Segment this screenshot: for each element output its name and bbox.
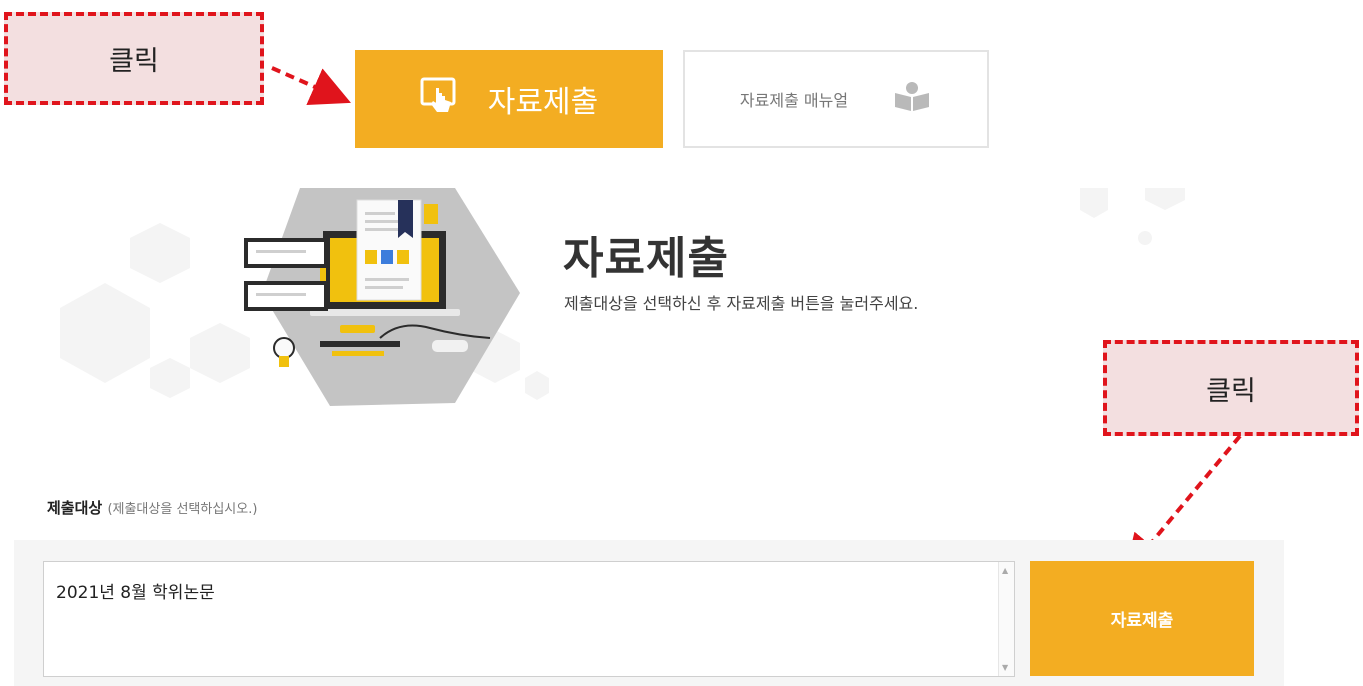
reading-person-icon <box>892 81 932 117</box>
submit-button-label: 자료제출 <box>1110 611 1174 631</box>
submission-target-title: 제출대상 <box>47 499 103 517</box>
tab-manual[interactable]: 자료제출 매뉴얼 <box>683 50 989 148</box>
annotation-arrow-top <box>271 66 351 105</box>
touch-screen-icon <box>420 76 460 122</box>
submission-target-hint: (제출대상을 선택하십시오.) <box>107 502 258 517</box>
scroll-up-icon[interactable]: ▲ <box>1002 566 1008 575</box>
tab-manual-label: 자료제출 매뉴얼 <box>739 91 849 110</box>
annotation-callout-text: 클릭 <box>1206 375 1256 407</box>
submission-target-list[interactable]: 2021년 8월 학위논문 ▲ ▼ <box>43 561 1015 677</box>
tab-submit[interactable]: 자료제출 <box>355 50 663 148</box>
annotation-callout-bottom: 클릭 <box>1103 340 1359 436</box>
tab-submit-label: 자료제출 <box>487 85 599 120</box>
page-title: 자료제출 <box>563 233 729 284</box>
submit-button[interactable]: 자료제출 <box>1030 561 1254 676</box>
list-scrollbar[interactable]: ▲ ▼ <box>998 562 1014 676</box>
page-subtitle: 제출대상을 선택하신 후 자료제출 버튼을 눌러주세요. <box>564 294 919 313</box>
submission-target-label: 제출대상 (제출대상을 선택하십시오.) <box>47 497 257 518</box>
list-item-selected[interactable]: 2021년 8월 학위논문 <box>56 578 1002 603</box>
scroll-down-icon[interactable]: ▼ <box>1002 663 1008 672</box>
